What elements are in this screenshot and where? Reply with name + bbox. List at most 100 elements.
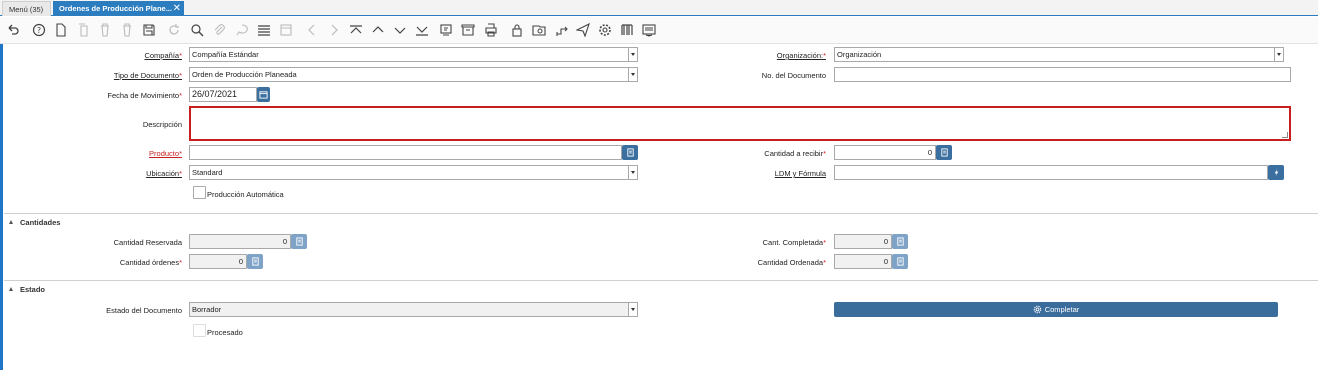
calculator-icon <box>940 148 948 157</box>
compania-select[interactable]: Compañía Estándar <box>189 47 638 62</box>
next-icon <box>326 22 342 38</box>
chevron-down-icon[interactable] <box>1274 48 1283 61</box>
cantidad-ordenes-label: Cantidad órdenes* <box>119 258 182 267</box>
estado-documento-value: Borrador <box>192 305 222 314</box>
cant-completada-input: 0 <box>834 234 892 249</box>
product-info-icon[interactable] <box>619 22 635 38</box>
first-record-icon[interactable] <box>348 22 364 38</box>
no-documento-input[interactable] <box>834 67 1291 82</box>
calculator-icon <box>896 237 904 246</box>
grid-toggle-icon[interactable] <box>256 22 272 38</box>
organizacion-label: Organización:* <box>776 51 826 60</box>
tipo-documento-select[interactable]: Orden de Producción Planeada <box>189 67 638 82</box>
chevron-down-icon[interactable] <box>628 48 637 61</box>
find-icon[interactable] <box>189 22 205 38</box>
help-icon[interactable]: ? <box>31 22 47 38</box>
ldm-formula-label: LDM y Fórmula <box>774 169 826 178</box>
refresh-icon <box>166 22 182 38</box>
cantidad-ordenada-label: Cantidad Ordenada* <box>757 258 826 267</box>
process-icon[interactable] <box>575 22 591 38</box>
resize-handle[interactable] <box>1282 132 1288 138</box>
calendar-icon[interactable] <box>257 87 270 102</box>
cantidades-divider <box>4 213 1318 214</box>
procesado-checkbox <box>193 324 206 337</box>
chevron-down-icon[interactable] <box>628 68 637 81</box>
fecha-movimiento-input[interactable]: 26/07/2021 <box>189 87 257 102</box>
cantidad-recibir-calculator-button[interactable] <box>936 145 952 160</box>
left-accent-bar <box>0 44 3 370</box>
previous-icon <box>304 22 320 38</box>
estado-documento-label: Estado del Documento <box>106 306 182 315</box>
organizacion-select[interactable]: Organización <box>834 47 1284 62</box>
tab-bar: Menú (35) Ordenes de Producción Plane...… <box>0 0 1318 16</box>
gear-icon <box>1033 305 1041 314</box>
lightning-icon <box>1274 168 1278 177</box>
collapse-icon[interactable] <box>9 287 13 291</box>
cant-completada-calculator-button <box>892 234 908 249</box>
estado-divider <box>4 280 1318 281</box>
chevron-down-icon[interactable] <box>628 166 637 179</box>
cantidad-ordenada-input: 0 <box>834 254 892 269</box>
copy-icon <box>76 22 92 38</box>
descripcion-label: Descripción <box>142 120 182 129</box>
ubicacion-label: Ubicación* <box>146 169 182 178</box>
cantidad-recibir-input[interactable]: 0 <box>834 145 936 160</box>
compania-label: Compañía* <box>144 51 182 60</box>
produccion-automatica-label: Producción Automática <box>207 190 284 199</box>
ldm-formula-button[interactable] <box>1268 165 1284 180</box>
svg-text:?: ? <box>37 26 41 35</box>
compania-value: Compañía Estándar <box>192 50 259 59</box>
cantidades-section-title[interactable]: Cantidades <box>20 218 60 227</box>
tab-production-orders-label: Ordenes de Producción Plane... <box>59 4 172 13</box>
organizacion-value: Organización <box>837 50 882 59</box>
calculator-icon <box>896 257 904 266</box>
collapse-icon[interactable] <box>9 220 13 224</box>
report-icon[interactable] <box>438 22 454 38</box>
save-icon[interactable] <box>141 22 157 38</box>
ldm-formula-input[interactable] <box>834 165 1268 180</box>
cant-completada-label: Cant. Completada* <box>762 238 826 247</box>
cantidad-reservada-label: Cantidad Reservada <box>113 238 182 247</box>
more-icon[interactable] <box>641 22 657 38</box>
zoom-across-icon[interactable] <box>531 22 547 38</box>
delete-selection-icon <box>119 22 135 38</box>
undo-icon[interactable] <box>5 22 21 38</box>
calculator-icon <box>295 237 303 246</box>
last-record-icon[interactable] <box>414 22 430 38</box>
archive-icon[interactable] <box>460 22 476 38</box>
workflow-icon[interactable] <box>554 22 570 38</box>
descripcion-textarea[interactable] <box>189 106 1291 141</box>
history-icon <box>278 22 294 38</box>
procesado-label: Procesado <box>207 328 243 337</box>
estado-documento-select: Borrador <box>189 302 638 317</box>
chat-icon <box>234 22 250 38</box>
cantidad-reservada-input: 0 <box>189 234 291 249</box>
producto-input[interactable] <box>189 145 622 160</box>
completar-label: Completar <box>1044 305 1080 314</box>
previous-record-icon[interactable] <box>370 22 386 38</box>
calculator-icon <box>251 257 259 266</box>
list-icon <box>626 148 634 157</box>
cantidad-ordenes-calculator-button <box>247 254 263 269</box>
settings-icon[interactable] <box>597 22 613 38</box>
tipo-documento-value: Orden de Producción Planeada <box>192 70 297 79</box>
new-record-icon[interactable] <box>53 22 69 38</box>
chevron-down-icon <box>628 303 637 316</box>
completar-button[interactable]: Completar <box>834 302 1278 317</box>
ubicacion-select[interactable]: Standard <box>189 165 638 180</box>
next-record-icon[interactable] <box>392 22 408 38</box>
ubicacion-value: Standard <box>192 168 223 177</box>
close-icon[interactable]: ✕ <box>173 1 181 16</box>
produccion-automatica-checkbox[interactable] <box>193 186 206 199</box>
lock-icon[interactable] <box>509 22 525 38</box>
tab-menu[interactable]: Menú (35) <box>2 1 51 16</box>
toolbar: ? <box>0 17 1318 44</box>
print-icon[interactable] <box>483 22 499 38</box>
producto-search-button[interactable] <box>622 145 638 160</box>
cantidad-recibir-label: Cantidad a recibir* <box>764 149 826 158</box>
tab-production-orders[interactable]: Ordenes de Producción Plane... ✕ <box>53 1 184 16</box>
attachment-icon <box>211 22 227 38</box>
cantidad-reservada-calculator-button <box>291 234 307 249</box>
estado-section-title[interactable]: Estado <box>20 285 45 294</box>
tipo-documento-label: Tipo de Documento* <box>113 71 182 80</box>
